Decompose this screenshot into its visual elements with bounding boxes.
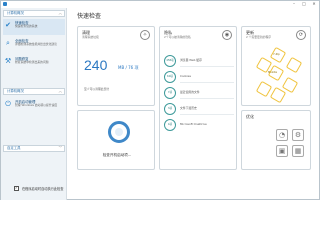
close-button[interactable]: ✕ <box>309 1 319 7</box>
privacy-row[interactable]: 458项 浏览器 Web 缓存 <box>164 55 234 67</box>
clean-footnote: 至少可以清理此部分 <box>84 87 110 91</box>
eye-icon: ◉ <box>222 30 232 40</box>
divider <box>180 98 234 99</box>
auto-run-label: 在程序启动时自动执行此检查 <box>22 187 64 191</box>
sidebar-section-tools[interactable]: 自定工具 ﹀ <box>3 145 65 152</box>
optimize-card[interactable]: 优化 ◔ ⚙ ▣ ▦ <box>241 110 311 170</box>
count-badge: 458项 <box>164 55 176 67</box>
app-hex-label: Mozilla <box>268 71 277 74</box>
sidebar-section-overview[interactable]: 计算机概况 ︿ <box>3 10 65 17</box>
section-label: 计算机概况 <box>7 89 24 93</box>
disk-icon: ▣ <box>276 145 288 157</box>
chevron-down-icon: ﹀ <box>58 146 62 150</box>
minimize-button[interactable]: – <box>289 1 299 7</box>
update-card[interactable]: 更新 2 个需要更新的程序 ⟳ 7-Zip Mozilla <box>241 26 311 106</box>
section-label: 计算机概况 <box>7 11 24 15</box>
count-badge: 4项 <box>164 119 176 131</box>
privacy-row[interactable]: 4项 Microsoft OneDrive <box>164 119 234 131</box>
maximize-button[interactable]: □ <box>299 1 309 7</box>
clean-size-value: 240 <box>84 57 108 73</box>
sidebar-item-fix[interactable]: ⚒ 问题修复 修复系统中检测出来的问题 <box>3 55 65 71</box>
divider <box>180 82 234 83</box>
sidebar-item-startup[interactable]: ⏻ 开机启动管理 管理 Windows 启动项以提升速度 <box>3 98 65 114</box>
privacy-row[interactable]: 60项 Cookies <box>164 71 234 83</box>
app-hex[interactable] <box>269 86 287 104</box>
privacy-row[interactable]: 7项 最近使用的文件 <box>164 87 234 99</box>
sidebar-item-quick-check[interactable]: ✔ 快速检查 快速检查您的系统 <box>3 19 65 35</box>
privacy-row-label: Microsoft OneDrive <box>180 122 207 126</box>
startup-icon: ⏻ <box>5 100 11 108</box>
privacy-row-label: 文件下载历史 <box>180 106 197 110</box>
sidebar-item-desc: 快速检查您的系统 <box>15 23 38 28</box>
card-subtitle: 清理系统垃圾 <box>82 35 99 39</box>
privacy-card[interactable]: 隐私 2个可以被清除的隐私 ◉ 458项 浏览器 Web 缓存 60项 Cook… <box>159 26 237 170</box>
app-hex[interactable] <box>285 56 303 74</box>
broom-icon: ✧ <box>140 30 150 40</box>
privacy-row-label: 最近使用的文件 <box>180 90 200 94</box>
divider <box>180 114 234 115</box>
progress-ring <box>108 121 130 143</box>
app-icon <box>3 2 7 6</box>
auto-run-checkbox[interactable]: ✓ <box>14 186 19 191</box>
gauge-icon: ◔ <box>276 129 288 141</box>
sidebar-item-full-check[interactable]: ⌕ 全面检查 详细检测系统性能并给出优化建议 <box>3 37 65 53</box>
count-badge: 7项 <box>164 87 176 99</box>
card-subtitle: 2个可以被清除的隐私 <box>164 35 191 39</box>
sidebar-item-desc: 管理 Windows 启动项以提升速度 <box>15 102 58 107</box>
card-subtitle: 2 个需要更新的程序 <box>246 35 272 39</box>
page-title: 快速检查 <box>77 13 102 20</box>
privacy-row-label: Cookies <box>180 74 191 78</box>
app-window: – □ ✕ 计算机概况 ︿ ✔ 快速检查 快速检查您的系统 ⌕ 全面检查 详细检… <box>0 0 320 200</box>
card-title: 优化 <box>246 114 254 119</box>
sidebar-section-overview-2[interactable]: 计算机概况 ︿ <box>3 88 65 95</box>
chip-icon: ▦ <box>292 145 304 157</box>
title-bar: – □ ✕ <box>1 1 319 7</box>
count-badge: 60项 <box>164 71 176 83</box>
startup-check-card[interactable]: 检查开机启动项... <box>77 110 155 170</box>
scan-icon: ⌕ <box>6 39 10 47</box>
divider <box>180 66 234 67</box>
app-hex-label: 7-Zip <box>273 53 280 56</box>
startup-check-status: 检查开机启动项... <box>102 153 132 157</box>
privacy-row[interactable]: 3项 文件下载历史 <box>164 103 234 115</box>
wrench-icon: ⚒ <box>4 57 12 65</box>
refresh-icon: ⟳ <box>296 30 306 40</box>
clean-size-unit: MB / 76 项 <box>118 65 139 70</box>
chevron-up-icon: ︿ <box>58 89 62 93</box>
privacy-row-label: 浏览器 Web 缓存 <box>180 58 202 62</box>
main-content: 快速检查 清理 清理系统垃圾 ✧ 240 MB / 76 项 至少可以清理此部分… <box>68 8 320 200</box>
section-label: 自定工具 <box>7 146 21 150</box>
gear-icon: ⚙ <box>292 129 304 141</box>
sidebar-item-desc: 修复系统中检测出来的问题 <box>15 59 49 64</box>
count-badge: 3项 <box>164 103 176 115</box>
chevron-up-icon: ︿ <box>58 11 62 15</box>
sidebar-item-desc: 详细检测系统性能并给出优化建议 <box>15 41 57 46</box>
check-icon: ✔ <box>5 21 11 29</box>
clean-card[interactable]: 清理 清理系统垃圾 ✧ 240 MB / 76 项 至少可以清理此部分 <box>77 26 155 106</box>
sidebar: 计算机概况 ︿ ✔ 快速检查 快速检查您的系统 ⌕ 全面检查 详细检测系统性能并… <box>1 8 67 200</box>
